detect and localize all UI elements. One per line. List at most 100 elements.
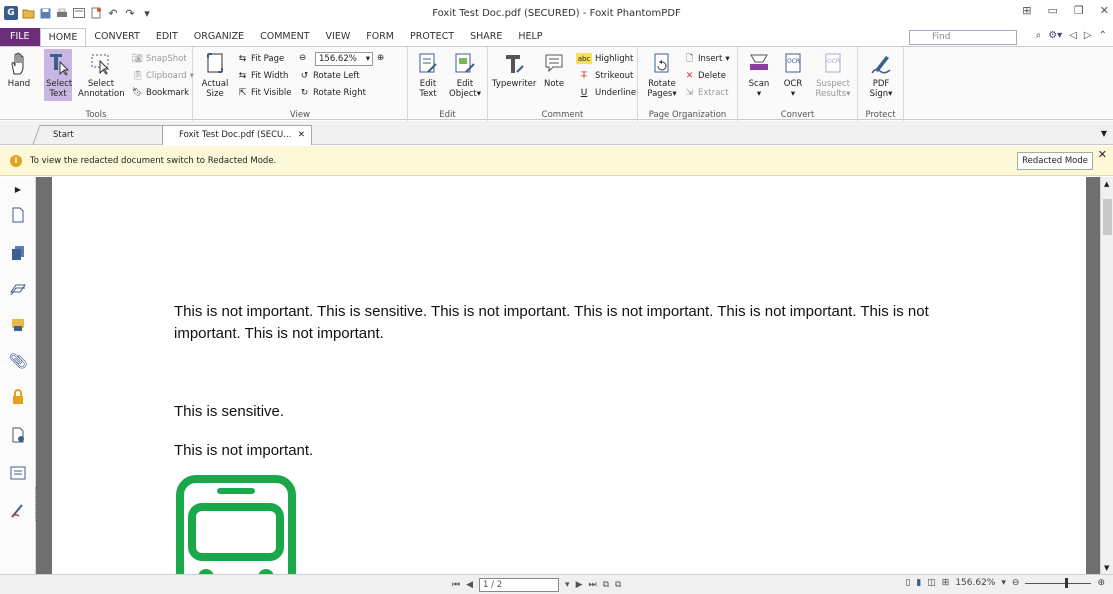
zoom-input[interactable]: 156.62% ▾ xyxy=(315,52,373,66)
actual-size-button[interactable]: Actual Size xyxy=(201,51,229,99)
actual-size-icon xyxy=(202,51,228,77)
tab-start[interactable]: Start xyxy=(32,125,168,145)
layers-icon[interactable] xyxy=(10,245,26,261)
rotate-right-icon: ↻ xyxy=(300,87,309,98)
rotate-pages-button[interactable]: Rotate Pages▾ xyxy=(646,51,678,99)
zoom-out-icon[interactable]: ⊖ xyxy=(299,53,306,63)
document-paragraph-2: This is sensitive. xyxy=(174,403,285,420)
previous-page-icon[interactable]: ◀ xyxy=(466,580,473,590)
security-lock-icon[interactable] xyxy=(10,389,26,405)
typewriter-button[interactable]: Typewriter xyxy=(492,51,536,89)
tab-file[interactable]: FILE xyxy=(0,28,40,46)
clipboard-button[interactable]: 📋︎ Clipboard ▾ xyxy=(132,70,194,81)
last-page-icon[interactable]: ⏭ xyxy=(588,580,596,590)
zoom-slider-knob[interactable] xyxy=(1065,577,1069,588)
close-window-icon[interactable]: ✕ xyxy=(1100,4,1109,17)
tab-convert[interactable]: CONVERT xyxy=(86,28,147,46)
bookmark-button[interactable]: 🔖︎ Bookmark xyxy=(132,87,189,98)
tab-share[interactable]: SHARE xyxy=(462,28,510,46)
rotate-right-button[interactable]: ↻ Rotate Right xyxy=(299,87,366,98)
edit-object-button[interactable]: Edit Object▾ xyxy=(448,51,482,99)
note-button[interactable]: Note xyxy=(542,51,566,89)
pdf-page[interactable]: This is not important. This is sensitive… xyxy=(52,177,1086,574)
svg-text:OCR: OCR xyxy=(787,58,800,65)
gear-icon[interactable]: ⚙▾ xyxy=(1048,30,1062,41)
first-page-icon[interactable]: ⏮ xyxy=(452,580,460,590)
strikeout-button[interactable]: T̶ Strikeout xyxy=(576,70,633,81)
back-icon[interactable]: ◁ xyxy=(1069,30,1077,41)
highlight-button[interactable]: abc Highlight xyxy=(576,53,633,64)
underline-icon: U xyxy=(580,87,588,98)
tabs-dropdown-icon[interactable]: ▼ xyxy=(1101,129,1107,138)
zoom-slider[interactable] xyxy=(1025,577,1092,588)
tab-organize[interactable]: ORGANIZE xyxy=(186,28,252,46)
zoom-dropdown-icon[interactable]: ▾ xyxy=(1001,578,1006,588)
tab-edit[interactable]: EDIT xyxy=(148,28,186,46)
underline-button[interactable]: U Underline xyxy=(576,87,636,98)
continuous-page-icon[interactable]: ▮ xyxy=(916,578,921,588)
snapshot-button[interactable]: 📷︎ SnapShot xyxy=(132,53,187,64)
next-view-icon[interactable]: ⧉ xyxy=(615,580,621,590)
collapse-ribbon-icon[interactable]: ⌃ xyxy=(1099,30,1107,41)
edit-group-label: Edit xyxy=(439,110,456,120)
hand-button[interactable]: Hand xyxy=(6,51,32,89)
restore-icon[interactable]: ❐ xyxy=(1074,4,1084,17)
content-panel-icon[interactable] xyxy=(10,465,26,481)
pdf-sign-button[interactable]: PDF Sign▾ xyxy=(866,51,896,99)
pdf-sign-label-2: Sign▾ xyxy=(869,89,893,99)
tab-protect[interactable]: PROTECT xyxy=(402,28,462,46)
scan-button[interactable]: Scan ▾ xyxy=(746,51,772,99)
ocr-button[interactable]: OCR OCR ▾ xyxy=(780,51,806,99)
fit-visible-button[interactable]: ⇱ Fit Visible xyxy=(237,87,292,98)
delete-button[interactable]: ✕ Delete xyxy=(684,70,726,81)
attachments-icon[interactable]: 📎︎ xyxy=(8,352,27,370)
navigation-panel: ▶ 📎︎ xyxy=(0,177,36,574)
suspect-results-button[interactable]: OCR Suspect Results▾ xyxy=(814,51,852,99)
single-page-icon[interactable]: ▯ xyxy=(905,578,910,588)
insert-button[interactable]: 🗋︎ Insert ▾ xyxy=(684,53,730,64)
scroll-down-icon[interactable]: ▼ xyxy=(1104,564,1109,572)
tab-document[interactable]: Foxit Test Doc.pdf (SECU... ✕ xyxy=(162,125,312,145)
ribbon-display-icon[interactable]: ⊞ xyxy=(1022,4,1031,17)
status-zoom-out-icon[interactable]: ⊖ xyxy=(1012,578,1020,588)
fit-page-button[interactable]: ⇆ Fit Page xyxy=(237,53,285,64)
zoom-in-icon[interactable]: ⊕ xyxy=(377,53,384,63)
minimize-icon[interactable]: ▭ xyxy=(1048,4,1058,17)
previous-view-icon[interactable]: ⧉ xyxy=(603,580,609,590)
next-page-icon[interactable]: ▶ xyxy=(576,580,583,590)
tab-home[interactable]: HOME xyxy=(39,27,87,47)
page-dropdown-icon[interactable]: ▾ xyxy=(565,580,570,590)
facing-page-icon[interactable]: ◫ xyxy=(927,578,936,588)
redacted-mode-button[interactable]: Redacted Mode xyxy=(1017,152,1093,170)
select-text-button[interactable]: Select Text xyxy=(44,49,72,101)
fit-width-button[interactable]: ⇆ Fit Width xyxy=(237,70,289,81)
destinations-panel-icon[interactable] xyxy=(10,503,26,519)
forward-icon[interactable]: ▷ xyxy=(1084,30,1092,41)
tab-comment[interactable]: COMMENT xyxy=(252,28,317,46)
bookmarks-panel-icon[interactable] xyxy=(10,281,26,297)
scrollbar-thumb[interactable] xyxy=(1103,199,1112,235)
vertical-scrollbar[interactable]: ▲ ▼ xyxy=(1100,177,1113,574)
close-info-icon[interactable]: ✕ xyxy=(1098,148,1107,161)
continuous-facing-icon[interactable]: ⊞ xyxy=(942,578,950,588)
tab-help[interactable]: HELP xyxy=(510,28,550,46)
page-thumbnails-icon[interactable] xyxy=(10,207,26,223)
zoom-dropdown-icon[interactable]: ▾ xyxy=(366,53,370,65)
tab-view[interactable]: VIEW xyxy=(318,28,359,46)
select-annotation-button[interactable]: Select Annotation xyxy=(78,51,125,99)
rotate-left-button[interactable]: ↺ Rotate Left xyxy=(299,70,360,81)
status-zoom-in-icon[interactable]: ⊕ xyxy=(1097,578,1105,588)
comments-panel-icon[interactable] xyxy=(10,317,26,333)
edit-text-button[interactable]: Edit Text xyxy=(414,51,442,99)
status-zoom-value[interactable]: 156.62% xyxy=(955,578,995,588)
extract-button[interactable]: ⇲ Extract xyxy=(684,87,729,98)
close-tab-icon[interactable]: ✕ xyxy=(298,126,305,144)
signatures-panel-icon[interactable] xyxy=(10,427,26,443)
page-number-input[interactable]: 1 / 2 xyxy=(479,578,560,592)
find-input[interactable]: Find xyxy=(909,30,1017,45)
tab-form[interactable]: FORM xyxy=(358,28,402,46)
expand-panel-icon[interactable]: ▶ xyxy=(10,181,26,197)
scroll-up-icon[interactable]: ▲ xyxy=(1104,180,1109,188)
document-view[interactable]: This is not important. This is sensitive… xyxy=(36,177,1100,574)
search-icon[interactable]: ⌕ xyxy=(1036,30,1042,41)
